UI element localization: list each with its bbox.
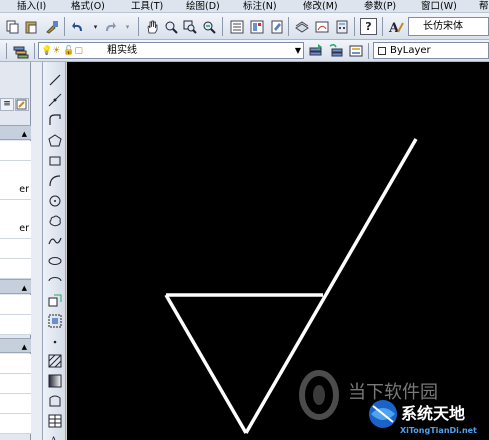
chevron-down-icon: ▼ [294, 46, 301, 55]
circle-icon[interactable] [47, 193, 63, 209]
collapse-icon: ▲ [21, 343, 27, 351]
rectangle-icon[interactable] [47, 153, 63, 169]
menu-window[interactable]: 窗口(W) [421, 0, 457, 12]
palette-row[interactable] [0, 259, 31, 279]
palette-row[interactable]: er [0, 219, 31, 239]
layer-name: 粗实线 [107, 45, 137, 56]
properties-icon[interactable] [228, 18, 245, 35]
font-name-select[interactable]: 长仿宋体 [408, 17, 489, 36]
palette-row[interactable] [0, 374, 31, 394]
watermark-brand: 系统天地 [401, 404, 465, 423]
menu-dimension[interactable]: 标注(N) [243, 0, 277, 12]
help-button[interactable]: ? [360, 18, 377, 35]
menu-help[interactable]: 帮 [479, 0, 489, 12]
region-icon[interactable] [47, 393, 63, 409]
copy-icon[interactable] [3, 18, 20, 35]
color-swatch [378, 47, 386, 55]
svg-text:A: A [49, 436, 58, 440]
palette-row[interactable]: er [0, 180, 31, 200]
layer-select[interactable]: 💡☀ 🔓▢ 粗实线 ▼ [38, 42, 304, 59]
layer-previous-icon[interactable] [327, 42, 344, 59]
pan-hand-icon[interactable] [143, 18, 160, 35]
collapse-icon: ▲ [21, 130, 27, 138]
zoom-realtime-icon[interactable] [162, 18, 179, 35]
sheet-set-icon[interactable] [293, 18, 310, 35]
point-icon[interactable] [47, 334, 63, 350]
watermark-url: XiTongTianDi.net [400, 426, 477, 435]
polyline-icon[interactable] [47, 112, 63, 128]
palette-row[interactable] [0, 295, 31, 315]
palette-row[interactable] [0, 200, 31, 220]
drawing-canvas[interactable]: 当下软件园 系统天地 XiTongTianDi.net [67, 62, 489, 440]
undo-icon[interactable] [69, 18, 86, 35]
hatch-icon[interactable] [47, 353, 63, 369]
palette-row[interactable] [0, 315, 31, 335]
tool-palette-panel: ≡ ▲ er er ▲ ▲ [0, 62, 31, 440]
palette-row-label: er [19, 184, 29, 195]
insert-block-icon[interactable] [47, 293, 63, 309]
menu-modify[interactable]: 修改(M) [303, 0, 338, 12]
calculator-icon[interactable] [333, 18, 350, 35]
spline-icon[interactable] [47, 233, 63, 249]
construction-line-icon[interactable] [47, 92, 63, 108]
layer-manager-icon[interactable] [12, 42, 29, 59]
redo-dropdown-icon[interactable]: ▾ [119, 18, 136, 35]
palette-row[interactable] [0, 354, 31, 374]
menu-insert[interactable]: 插入(I) [17, 0, 46, 12]
menu-bar: 插入(I) 格式(O) 工具(T) 绘图(D) 标注(N) 修改(M) 参数(P… [0, 0, 489, 13]
redo-icon[interactable] [101, 18, 118, 35]
menu-parameters[interactable]: 参数(P) [364, 0, 396, 12]
standard-toolbar: ▾ ▾ ? A 长仿宋体 [0, 13, 489, 40]
palette-row[interactable] [0, 239, 31, 259]
collapse-icon: ▲ [21, 284, 27, 292]
palette-section-header[interactable]: ▲ [0, 125, 31, 140]
palette-button-left[interactable]: ≡ [0, 98, 14, 111]
palette-row-label: er [19, 223, 29, 234]
watermark-globe-icon [369, 400, 397, 428]
polygon-icon[interactable] [47, 133, 63, 149]
palette-row[interactable] [0, 161, 31, 181]
make-block-icon[interactable] [47, 313, 63, 329]
text-style-icon[interactable]: A [387, 18, 404, 35]
draw-toolbar: A [42, 62, 66, 440]
design-center-icon[interactable] [248, 18, 265, 35]
palette-row[interactable] [0, 394, 31, 414]
ellipse-icon[interactable] [47, 253, 63, 269]
palette-section-header[interactable]: ▲ [0, 279, 31, 294]
watermark-title: 当下软件园 [348, 382, 438, 403]
multiline-text-icon[interactable]: A [47, 432, 63, 440]
panel-splitter[interactable] [31, 62, 42, 440]
table-icon[interactable] [47, 413, 63, 429]
line-icon[interactable] [47, 72, 63, 88]
match-properties-icon[interactable] [43, 18, 60, 35]
tool-palettes-icon[interactable] [268, 18, 285, 35]
palette-section-header[interactable]: ▲ [0, 338, 31, 353]
color-value: ByLayer [390, 45, 431, 56]
menu-format[interactable]: 格式(O) [71, 0, 105, 12]
layer-state-icons: 💡☀ 🔓▢ [41, 46, 83, 56]
revision-cloud-icon[interactable] [47, 213, 63, 229]
arc-icon[interactable] [47, 173, 63, 189]
paste-icon[interactable] [22, 18, 39, 35]
color-select[interactable]: ByLayer [373, 42, 489, 59]
palette-row[interactable] [0, 414, 31, 434]
drawing-line-left [164, 294, 248, 434]
markup-icon[interactable] [313, 18, 330, 35]
zoom-previous-icon[interactable] [200, 18, 217, 35]
watermark-logo-icon [299, 370, 339, 420]
palette-row[interactable] [0, 141, 31, 161]
palette-button-right[interactable] [15, 98, 29, 111]
layers-toolbar: 💡☀ 🔓▢ 粗实线 ▼ ByLayer [0, 40, 489, 62]
watermark: 当下软件园 系统天地 XiTongTianDi.net [299, 370, 477, 435]
zoom-window-icon[interactable] [181, 18, 198, 35]
make-layer-current-icon[interactable] [307, 42, 324, 59]
layer-states-icon[interactable] [347, 42, 364, 59]
gradient-icon[interactable] [47, 373, 63, 389]
ellipse-arc-icon[interactable] [47, 273, 63, 289]
menu-draw[interactable]: 绘图(D) [186, 0, 220, 12]
menu-tools[interactable]: 工具(T) [131, 0, 163, 12]
